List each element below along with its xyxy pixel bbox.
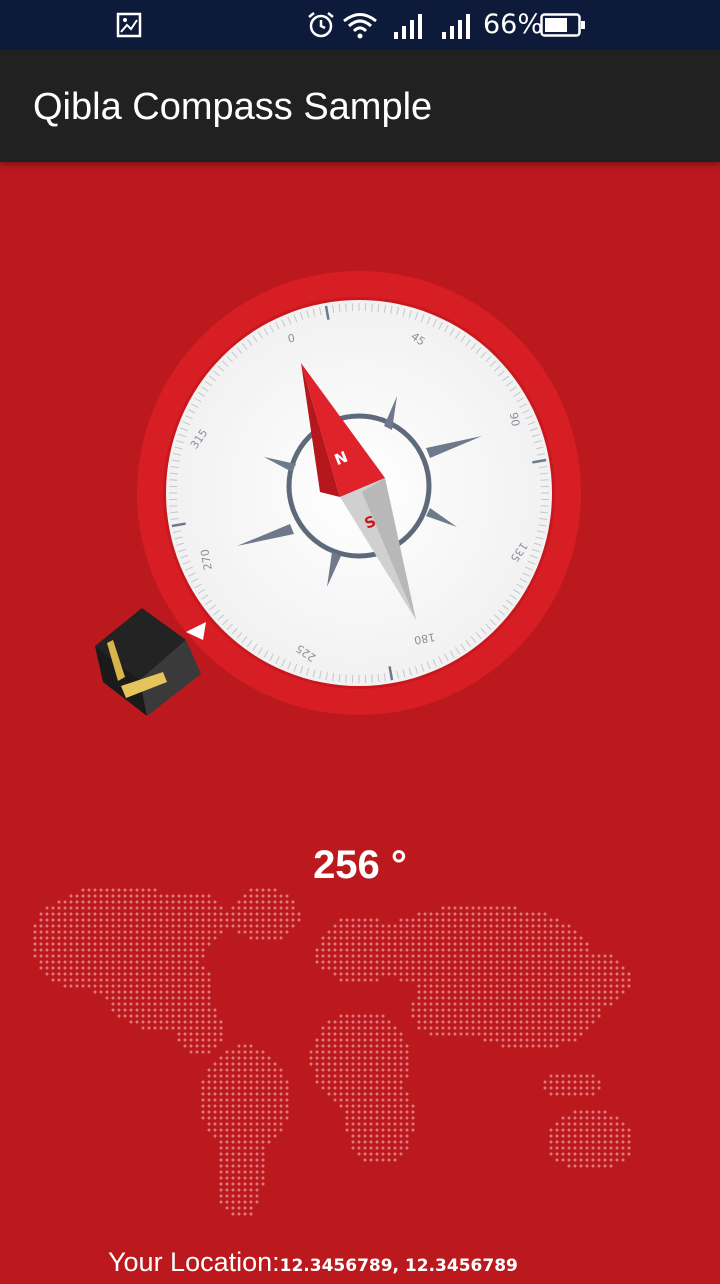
signal-icon xyxy=(394,14,422,39)
battery-icon xyxy=(540,13,585,37)
wifi-icon xyxy=(343,13,377,39)
signal-icon xyxy=(442,14,470,39)
world-map-background xyxy=(33,888,631,1216)
app-bar: Qibla Compass Sample xyxy=(0,50,720,162)
location-label: Your Location: xyxy=(108,1247,280,1277)
gallery-icon xyxy=(116,12,142,38)
status-bar: 66% xyxy=(0,0,720,50)
location-row: Your Location:12.3456789, 12.3456789 xyxy=(108,1244,518,1284)
qibla-compass: 0 45 90 135 180 225 270 315 N S xyxy=(0,162,720,782)
tick-label-90: 90 xyxy=(507,411,522,427)
battery-percent: 66% xyxy=(483,9,544,40)
app-title: Qibla Compass Sample xyxy=(33,86,433,128)
alarm-icon xyxy=(308,12,334,38)
location-value: 12.3456789, 12.3456789 xyxy=(279,1256,518,1276)
